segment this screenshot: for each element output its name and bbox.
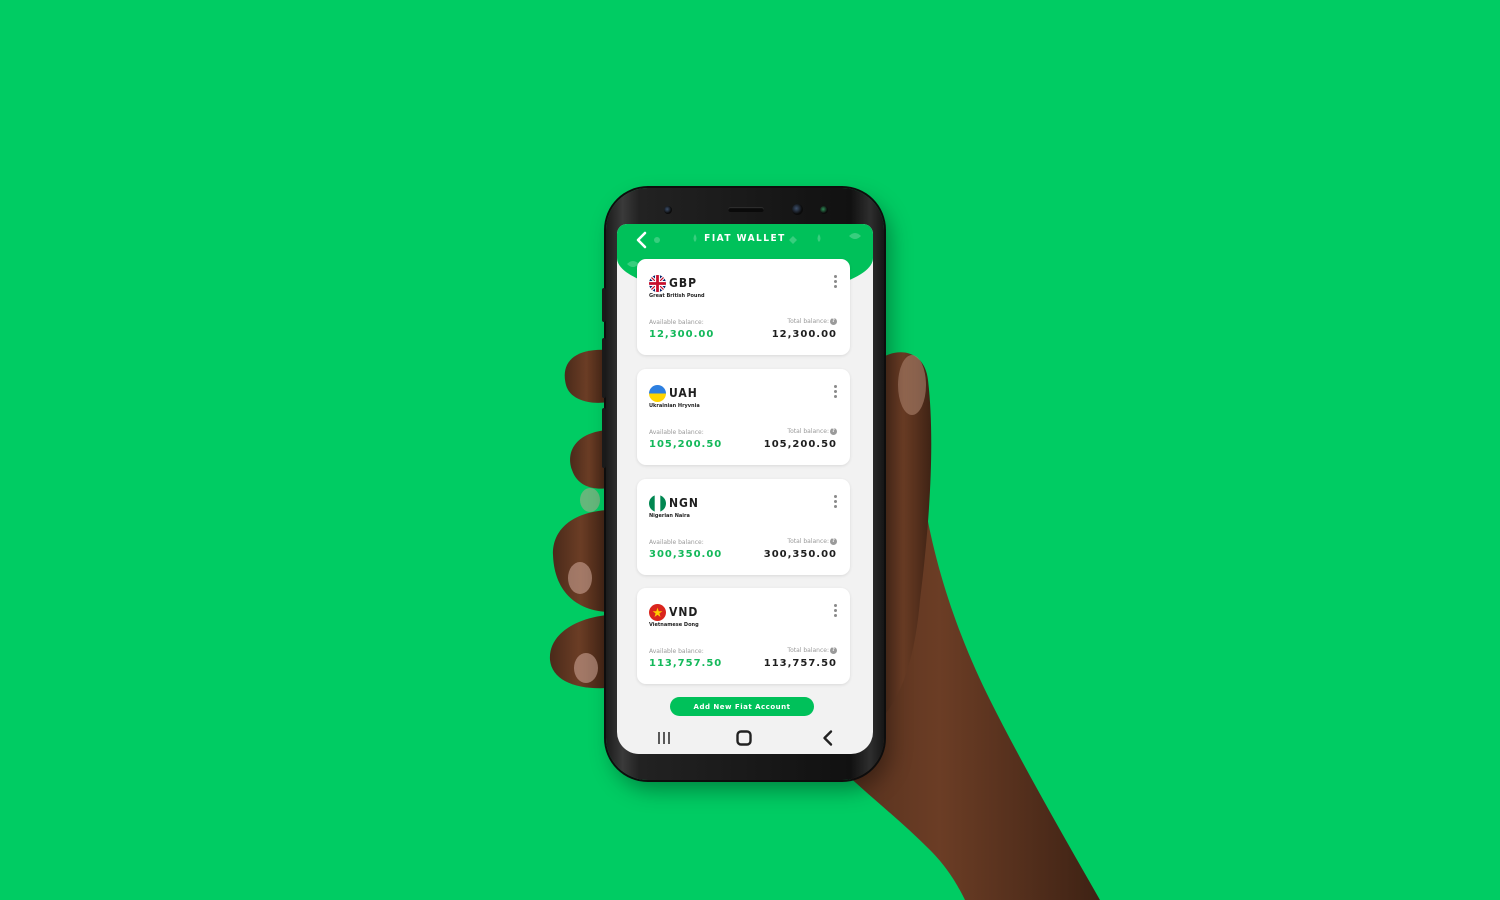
home-icon[interactable] [734,728,754,748]
android-nav-bar [617,722,873,754]
uk-flag-icon [649,275,666,292]
total-balance-label: Total balance: ? [787,538,837,545]
more-options-icon[interactable] [832,495,838,511]
help-icon[interactable]: ? [830,538,837,545]
available-balance-label: Available balance: [649,539,704,546]
currency-code: GBP [669,276,697,290]
currency-code: UAH [669,386,698,400]
available-balance-value: 113,757.50 [649,658,723,669]
total-balance-value: 300,350.00 [763,549,837,560]
available-balance-label: Available balance: [649,319,704,326]
total-balance-label-text: Total balance: [787,318,829,325]
total-balance-value: 12,300.00 [771,329,837,340]
more-options-icon[interactable] [832,275,838,291]
nigeria-flag-icon [649,495,666,512]
total-balance-label-text: Total balance: [787,647,829,654]
volume-up-button [602,288,606,322]
wallet-card-vnd[interactable]: VND Vietnamese Dong Available balance: 1… [637,588,850,684]
available-balance-value: 12,300.00 [649,329,715,340]
volume-down-button [602,338,606,398]
total-balance-label-text: Total balance: [787,428,829,435]
currency-code: NGN [669,496,699,510]
total-balance-value: 105,200.50 [763,439,837,450]
earpiece-speaker [728,207,764,212]
help-icon[interactable]: ? [830,647,837,654]
back-icon[interactable] [818,728,838,748]
proximity-sensor [664,206,672,214]
available-balance-value: 300,350.00 [649,549,723,560]
iris-sensor [820,206,828,214]
phone-screen: FIAT WALLET GBP Great British Pound Avai… [617,224,873,754]
total-balance-label-text: Total balance: [787,538,829,545]
front-camera [792,204,803,215]
wallet-card-uah[interactable]: UAH Ukrainian Hryvnia Available balance:… [637,369,850,465]
more-options-icon[interactable] [832,604,838,620]
wallet-card-gbp[interactable]: GBP Great British Pound Available balanc… [637,259,850,355]
phone-device: FIAT WALLET GBP Great British Pound Avai… [602,188,884,780]
total-balance-value: 113,757.50 [763,658,837,669]
total-balance-label: Total balance: ? [787,428,837,435]
help-icon[interactable]: ? [830,428,837,435]
currency-name: Vietnamese Dong [649,622,699,628]
recent-apps-icon[interactable] [654,728,674,748]
page-title: FIAT WALLET [704,233,786,244]
currency-name: Great British Pound [649,293,705,299]
vietnam-flag-icon [649,604,666,621]
available-balance-label: Available balance: [649,429,704,436]
help-icon[interactable]: ? [830,318,837,325]
total-balance-label: Total balance: ? [787,647,837,654]
available-balance-label: Available balance: [649,648,704,655]
currency-code: VND [669,605,699,619]
total-balance-label: Total balance: ? [787,318,837,325]
available-balance-value: 105,200.50 [649,439,723,450]
wallet-card-ngn[interactable]: NGN Nigerian Naira Available balance: 30… [637,479,850,575]
bixby-button [602,408,606,468]
ukraine-flag-icon [649,385,666,402]
more-options-icon[interactable] [832,385,838,401]
currency-name: Nigerian Naira [649,513,690,519]
currency-name: Ukrainian Hryvnia [649,403,700,409]
add-fiat-account-button[interactable]: Add New Fiat Account [670,697,814,716]
